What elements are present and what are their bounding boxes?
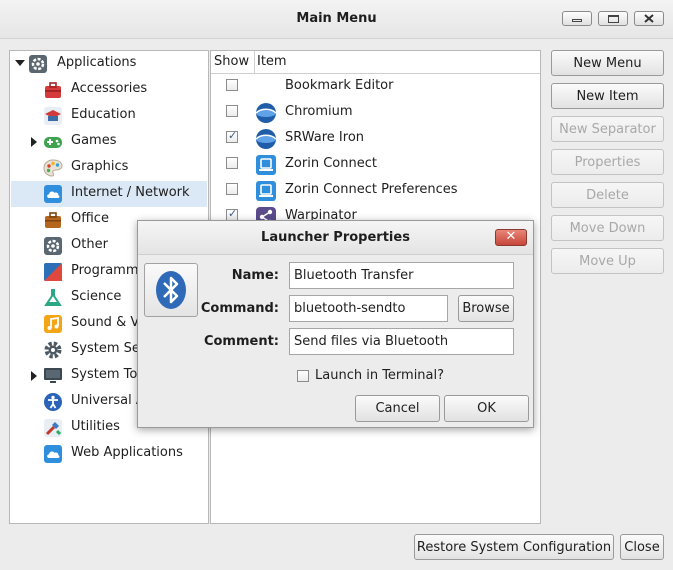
- show-checkbox[interactable]: [226, 183, 238, 195]
- tools-icon: [44, 419, 62, 437]
- dialog-title: Launcher Properties: [261, 230, 410, 245]
- education-icon: [44, 107, 62, 125]
- cloud-icon: [44, 185, 62, 203]
- window-titlebar: Main Menu: [0, 0, 673, 39]
- bluetooth-icon: [156, 271, 186, 309]
- tree-item-internet-network[interactable]: Internet / Network: [11, 181, 207, 207]
- column-header-label: Item: [257, 54, 287, 69]
- tree-item-label: Office: [71, 211, 109, 226]
- name-field[interactable]: [289, 262, 514, 289]
- list-item-zorin-connect[interactable]: Zorin Connect: [211, 152, 539, 178]
- tree-item-label: Applications: [57, 55, 137, 70]
- tree-item-label: Graphics: [71, 159, 129, 174]
- tree-item-label: System To: [71, 367, 138, 382]
- name-label: Name:: [231, 268, 279, 283]
- new-item-button[interactable]: New Item: [551, 83, 664, 109]
- tree-item-label: Web Applications: [71, 445, 183, 460]
- gear-icon: [44, 237, 62, 255]
- phone-connect-icon: [256, 181, 276, 201]
- show-checkbox[interactable]: [226, 105, 238, 117]
- command-label: Command:: [200, 301, 279, 316]
- dialog-close-button[interactable]: ✕: [495, 229, 527, 246]
- column-header-item[interactable]: Item: [255, 51, 540, 74]
- ok-button[interactable]: OK: [444, 395, 529, 422]
- list-item-bookmark-editor[interactable]: Bookmark Editor: [211, 74, 539, 100]
- tree-item-label: Science: [71, 289, 122, 304]
- launch-in-terminal-checkbox[interactable]: [297, 370, 309, 382]
- move-down-button[interactable]: Move Down: [551, 215, 664, 241]
- monitor-icon: [44, 368, 62, 383]
- list-item-zorin-connect-preferences[interactable]: Zorin Connect Preferences: [211, 178, 539, 204]
- tree-item-label: Accessories: [71, 81, 148, 96]
- expander-down-icon[interactable]: [15, 60, 25, 66]
- column-header-label: Show: [214, 54, 250, 69]
- tree-item-accessories[interactable]: Accessories: [11, 77, 207, 103]
- show-checkbox[interactable]: [226, 79, 238, 91]
- list-item-chromium[interactable]: Chromium: [211, 100, 539, 126]
- toolbox-icon: [45, 82, 61, 98]
- expander-right-icon[interactable]: [31, 371, 37, 381]
- tree-item-label: Other: [71, 237, 108, 252]
- tree-item-games[interactable]: Games: [11, 129, 207, 155]
- browse-button[interactable]: Browse: [458, 295, 514, 322]
- maximize-icon: [608, 15, 619, 23]
- list-item-label: Zorin Connect Preferences: [285, 182, 458, 197]
- tree-item-label: Sound & V: [71, 315, 140, 330]
- tree-item-label: System Se: [71, 341, 140, 356]
- comment-label: Comment:: [203, 334, 279, 349]
- gear-icon: [44, 341, 62, 359]
- launch-in-terminal-label: Launch in Terminal?: [315, 368, 445, 383]
- tree-item-label: Universal A: [71, 393, 145, 408]
- tree-item-label: Games: [71, 133, 117, 148]
- tree-item-label: Programm: [71, 263, 139, 278]
- music-icon: [44, 315, 62, 333]
- list-item-srware-iron[interactable]: SRWare Iron: [211, 126, 539, 152]
- list-item-label: Chromium: [285, 104, 353, 119]
- gear-icon: [29, 55, 47, 73]
- globe-icon: [255, 103, 277, 123]
- properties-button[interactable]: Properties: [551, 149, 664, 175]
- tree-item-web-applications[interactable]: Web Applications: [11, 441, 207, 467]
- globe-icon: [255, 129, 277, 149]
- minimize-button[interactable]: [562, 11, 592, 26]
- tree-item-label: Internet / Network: [71, 185, 190, 200]
- window-close-button[interactable]: [634, 11, 664, 26]
- gamepad-icon: [44, 137, 62, 148]
- cancel-button[interactable]: Cancel: [355, 395, 440, 422]
- restore-system-configuration-button[interactable]: Restore System Configuration: [414, 534, 614, 560]
- list-item-label: SRWare Iron: [285, 130, 365, 145]
- phone-connect-icon: [256, 155, 276, 175]
- palette-icon: [43, 159, 63, 177]
- comment-field[interactable]: [289, 328, 514, 355]
- column-header-show[interactable]: Show: [211, 51, 255, 74]
- move-up-button[interactable]: Move Up: [551, 248, 664, 274]
- cloud-icon: [44, 445, 62, 463]
- new-separator-button[interactable]: New Separator: [551, 116, 664, 142]
- briefcase-icon: [45, 212, 61, 228]
- show-checkbox[interactable]: [226, 157, 238, 169]
- maximize-button[interactable]: [598, 11, 628, 26]
- code-icon: [44, 263, 62, 281]
- tree-item-label: Education: [71, 107, 136, 122]
- close-button[interactable]: Close: [620, 534, 664, 560]
- tree-item-applications[interactable]: Applications: [11, 51, 207, 77]
- list-item-label: Bookmark Editor: [285, 78, 394, 93]
- flask-icon: [44, 289, 62, 306]
- close-icon: [644, 14, 654, 23]
- new-menu-button[interactable]: New Menu: [551, 50, 664, 76]
- command-field[interactable]: [289, 295, 448, 322]
- tree-item-education[interactable]: Education: [11, 103, 207, 129]
- expander-right-icon[interactable]: [31, 137, 37, 147]
- launcher-properties-dialog: Launcher Properties ✕ Name: Command: Bro…: [137, 220, 534, 428]
- tree-item-graphics[interactable]: Graphics: [11, 155, 207, 181]
- accessibility-icon: [44, 393, 62, 411]
- list-item-label: Zorin Connect: [285, 156, 377, 171]
- close-icon: ✕: [505, 229, 517, 244]
- tree-item-label: Utilities: [71, 419, 120, 434]
- delete-button[interactable]: Delete: [551, 182, 664, 208]
- dialog-titlebar: Launcher Properties ✕: [138, 221, 533, 255]
- minimize-icon: [572, 19, 582, 22]
- show-checkbox[interactable]: [226, 129, 238, 143]
